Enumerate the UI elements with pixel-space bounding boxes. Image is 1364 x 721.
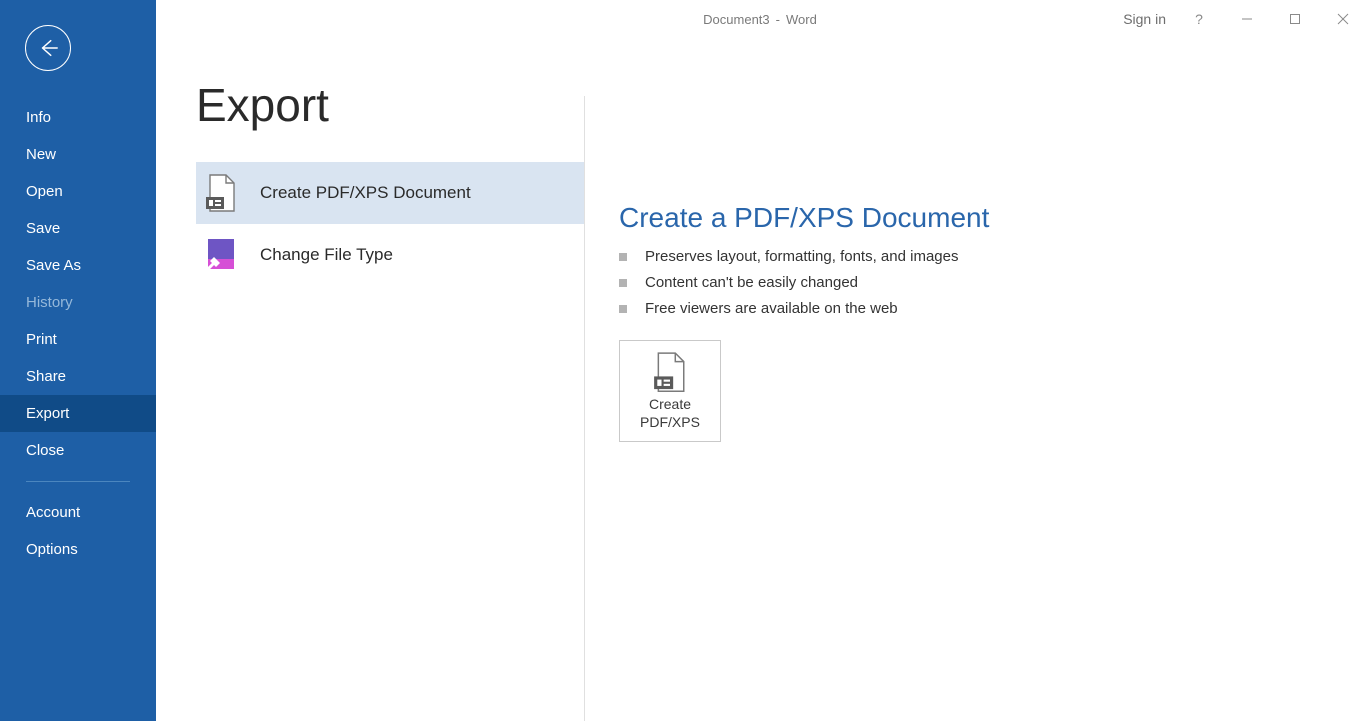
sign-in-link[interactable]: Sign in [1123,11,1166,27]
nav-history: History [0,284,156,321]
help-button[interactable]: ? [1184,0,1214,38]
maximize-button[interactable] [1280,0,1310,38]
detail-bullet: Free viewers are available on the web [619,296,1364,322]
nav-new[interactable]: New [0,136,156,173]
nav-open[interactable]: Open [0,173,156,210]
arrow-left-icon [37,37,59,59]
back-button[interactable] [25,25,71,71]
nav-share[interactable]: Share [0,358,156,395]
nav-account[interactable]: Account [0,494,156,531]
bullet-icon [619,253,627,261]
nav-print[interactable]: Print [0,321,156,358]
minimize-icon [1241,13,1253,25]
backstage-sidebar: Info New Open Save Save As History Print… [0,0,156,721]
app-name: Word [786,12,817,27]
detail-bullets: Preserves layout, formatting, fonts, and… [619,244,1364,322]
export-option-create-pdf-xps[interactable]: Create PDF/XPS Document [196,162,584,224]
detail-bullet: Content can't be easily changed [619,270,1364,296]
nav-close[interactable]: Close [0,432,156,469]
nav-separator [26,481,130,482]
close-icon [1337,13,1349,25]
title-separator: - [776,12,780,27]
bullet-icon [619,279,627,287]
page-title: Export [196,78,584,132]
minimize-button[interactable] [1232,0,1262,38]
export-option-change-file-type[interactable]: Change File Type [196,224,584,286]
nav-save[interactable]: Save [0,210,156,247]
nav-export[interactable]: Export [0,395,156,432]
title-center: Document3 - Word [703,12,817,27]
nav-list: Info New Open Save Save As History Print… [0,91,156,568]
close-window-button[interactable] [1328,0,1358,38]
pdf-document-icon [652,351,688,389]
nav-info[interactable]: Info [0,99,156,136]
nav-save-as[interactable]: Save As [0,247,156,284]
export-option-label: Change File Type [260,245,393,265]
title-bar: Document3 - Word Sign in ? [156,0,1364,38]
bullet-text: Preserves layout, formatting, fonts, and… [645,244,958,270]
detail-heading: Create a PDF/XPS Document [619,202,1364,234]
bullet-icon [619,305,627,313]
button-label: CreatePDF/XPS [640,395,700,431]
export-options-column: Export Create PDF/XPS Document Change Fi… [156,38,584,721]
detail-bullet: Preserves layout, formatting, fonts, and… [619,244,1364,270]
nav-options[interactable]: Options [0,531,156,568]
document-name: Document3 [703,12,769,27]
bullet-text: Content can't be easily changed [645,270,858,296]
export-detail-column: Create a PDF/XPS Document Preserves layo… [584,38,1364,721]
export-option-label: Create PDF/XPS Document [260,183,471,203]
change-file-type-icon [204,235,238,275]
create-pdf-xps-button[interactable]: CreatePDF/XPS [619,340,721,442]
pdf-document-icon [204,173,238,213]
bullet-text: Free viewers are available on the web [645,296,898,322]
maximize-icon [1289,13,1301,25]
